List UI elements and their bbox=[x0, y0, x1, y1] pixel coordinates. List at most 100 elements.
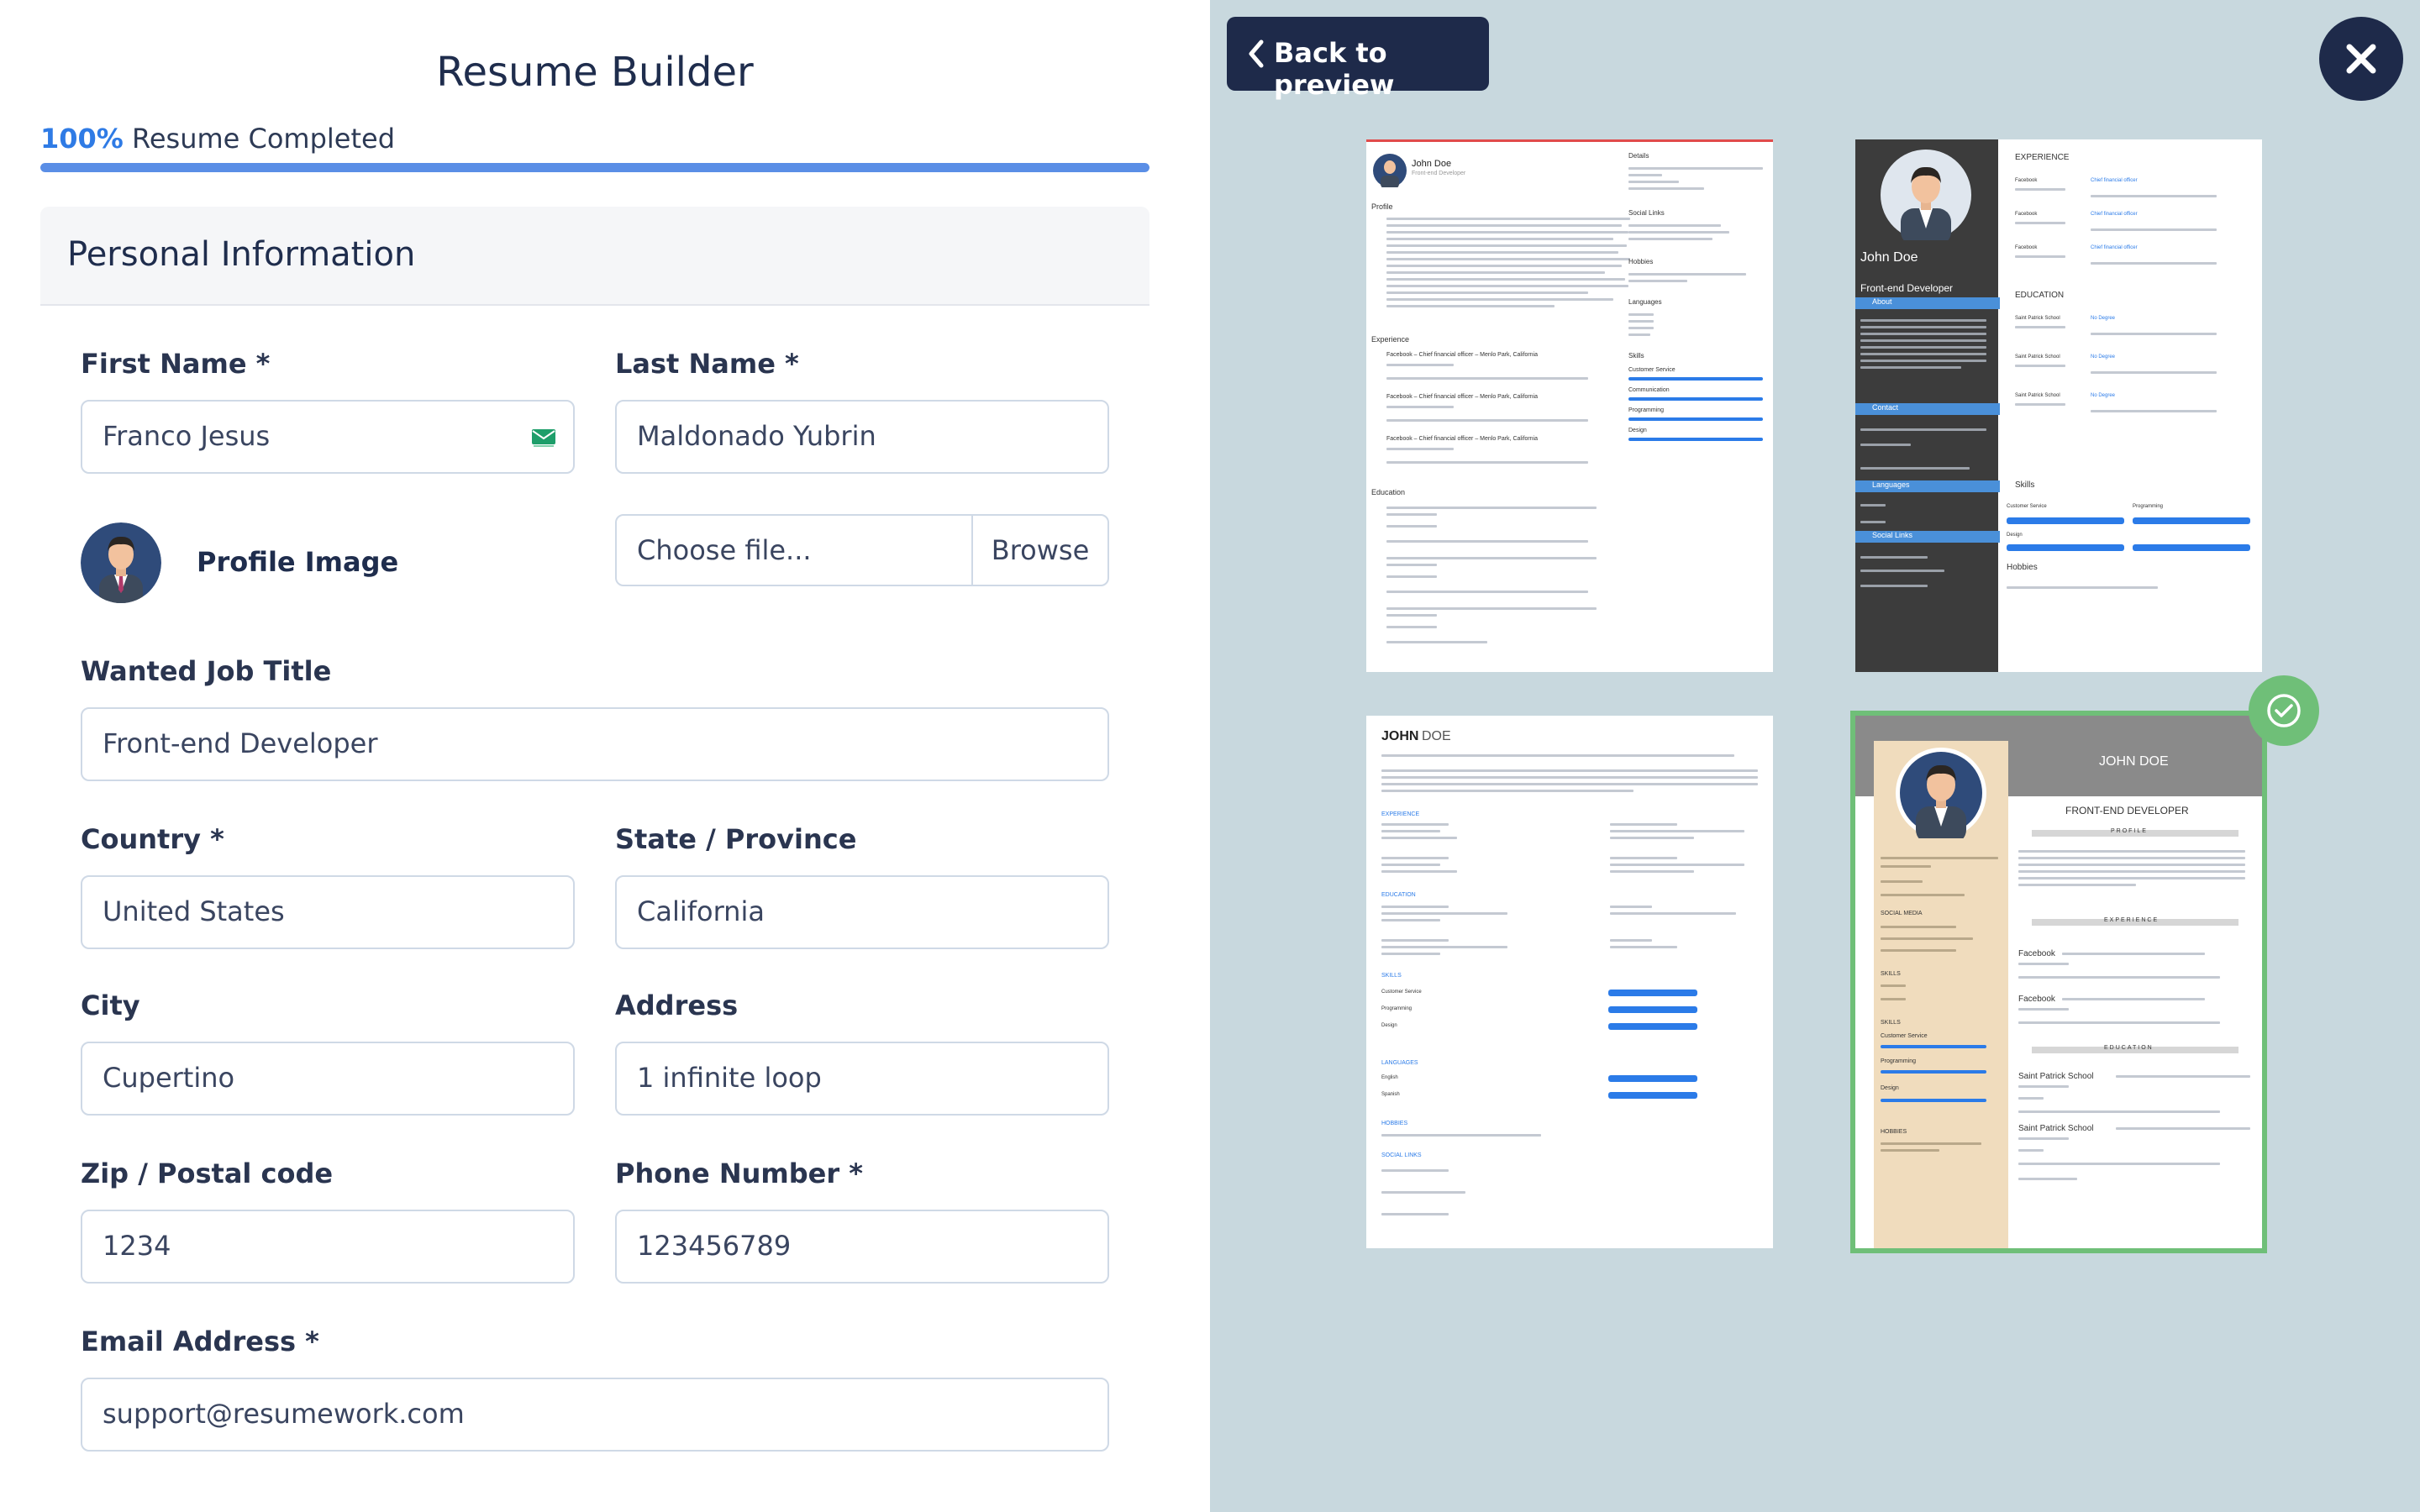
state-label: State / Province bbox=[615, 823, 857, 855]
resume-role: Chief financial officer bbox=[2091, 245, 2138, 250]
resume-heading: Languages bbox=[1872, 480, 1910, 489]
template-thumbnail-beige-selected[interactable]: JOHN DOE FRONT-END DEVELOPER PROFILE EXP… bbox=[1850, 711, 2267, 1253]
progress-bar-fill bbox=[40, 163, 1150, 172]
resume-heading: Hobbies bbox=[2007, 563, 2038, 572]
language-label: English bbox=[1381, 1075, 1398, 1080]
contact-card-icon bbox=[532, 429, 555, 447]
resume-heading: LANGUAGES bbox=[1381, 1060, 1418, 1066]
skill-label: Communication bbox=[1628, 387, 1670, 393]
resume-heading: SOCIAL MEDIA bbox=[1881, 911, 1923, 916]
email-field[interactable]: support@resumework.com bbox=[81, 1378, 1109, 1452]
country-field[interactable]: United States bbox=[81, 875, 575, 949]
resume-school: Saint Patrick School bbox=[2018, 1124, 2094, 1133]
profile-image-label: Profile Image bbox=[197, 546, 399, 578]
phone-value: 123456789 bbox=[637, 1230, 792, 1262]
resume-heading: HOBBIES bbox=[1881, 1129, 1907, 1135]
resume-degree: No Degree bbox=[2091, 393, 2116, 398]
first-name-field[interactable]: Franco Jesus bbox=[81, 400, 575, 474]
resume-heading: Contact bbox=[1872, 403, 1899, 412]
selected-template-badge bbox=[2249, 675, 2319, 746]
zip-label: Zip / Postal code bbox=[81, 1158, 334, 1189]
back-to-preview-label: Back to preview bbox=[1274, 37, 1395, 101]
template-thumbnail-minimal[interactable]: JOHN DOE EXPERIENCE EDUCATION SKILLS Cus… bbox=[1366, 716, 1773, 1248]
skill-label: Programming bbox=[2133, 504, 2164, 509]
profile-image-file-input[interactable]: Choose file... Browse bbox=[615, 514, 1109, 586]
browse-button[interactable]: Browse bbox=[971, 516, 1107, 585]
editor-panel: Resume Builder 100% Resume Completed Per… bbox=[0, 0, 1210, 1512]
country-value: United States bbox=[103, 895, 285, 927]
job-title-field[interactable]: Front-end Developer bbox=[81, 707, 1109, 781]
resume-heading: Details bbox=[1628, 152, 1649, 160]
template-thumbnail-dark-sidebar[interactable]: John Doe Front-end Developer About Conta… bbox=[1855, 139, 2262, 672]
first-name-value: Franco Jesus bbox=[103, 420, 271, 452]
resume-degree: No Degree bbox=[2091, 316, 2116, 321]
skill-label: Design bbox=[1381, 1023, 1397, 1028]
skill-label: Customer Service bbox=[1881, 1033, 1928, 1039]
resume-heading: SKILLS bbox=[1881, 971, 1901, 977]
avatar bbox=[1896, 748, 1986, 838]
city-label: City bbox=[81, 990, 140, 1021]
zip-value: 1234 bbox=[103, 1230, 171, 1262]
resume-heading: EDUCATION bbox=[2104, 1045, 2154, 1051]
resume-name: JOHN DOE bbox=[2099, 754, 2169, 769]
resume-name: John Doe bbox=[1860, 250, 1918, 265]
resume-heading: About bbox=[1872, 297, 1892, 306]
resume-heading: Education bbox=[1371, 488, 1406, 496]
resume-heading: Languages bbox=[1628, 298, 1662, 306]
last-name-field[interactable]: Maldonado Yubrin bbox=[615, 400, 1109, 474]
close-button[interactable] bbox=[2319, 17, 2403, 101]
state-value: California bbox=[637, 895, 765, 927]
avatar bbox=[81, 522, 161, 603]
resume-school: Saint Patrick School bbox=[2015, 354, 2060, 360]
resume-subtitle: FRONT-END DEVELOPER bbox=[2065, 805, 2189, 816]
resume-heading: Experience bbox=[1371, 335, 1410, 344]
skill-label: Customer Service bbox=[2007, 504, 2047, 509]
resume-heading: EXPERIENCE bbox=[1381, 811, 1420, 817]
address-value: 1 infinite loop bbox=[637, 1062, 822, 1094]
skill-label: Programming bbox=[1881, 1058, 1917, 1064]
resume-heading: Profile bbox=[1371, 202, 1393, 211]
resume-company: Facebook bbox=[2015, 245, 2038, 250]
skill-label: Design bbox=[1628, 428, 1647, 433]
progress-label: 100% Resume Completed bbox=[40, 123, 395, 155]
last-name-label: Last Name * bbox=[615, 348, 799, 380]
file-input-placeholder: Choose file... bbox=[637, 534, 812, 566]
resume-company: Facebook bbox=[2015, 178, 2038, 183]
progress-bar bbox=[40, 163, 1150, 172]
email-label: Email Address * bbox=[81, 1326, 319, 1357]
resume-heading: Skills bbox=[2015, 480, 2035, 490]
city-field[interactable]: Cupertino bbox=[81, 1042, 575, 1116]
last-name-value: Maldonado Yubrin bbox=[637, 420, 876, 452]
resume-company: Facebook bbox=[2018, 949, 2055, 958]
email-value: support@resumework.com bbox=[103, 1398, 465, 1430]
template-thumbnail-classic[interactable]: John Doe Front-end Developer Profile Exp… bbox=[1366, 139, 1773, 672]
skill-label: Customer Service bbox=[1628, 367, 1676, 373]
state-field[interactable]: California bbox=[615, 875, 1109, 949]
skill-label: Customer Service bbox=[1381, 990, 1422, 995]
country-label: Country * bbox=[81, 823, 224, 855]
resume-heading: Social Links bbox=[1628, 209, 1665, 217]
resume-heading: EDUCATION bbox=[1381, 892, 1416, 898]
address-label: Address bbox=[615, 990, 739, 1021]
resume-name: John Doe bbox=[1412, 159, 1452, 169]
resume-job: Facebook – Chief financial officer – Men… bbox=[1386, 394, 1539, 400]
job-title-value: Front-end Developer bbox=[103, 727, 378, 759]
resume-heading: SKILLS bbox=[1381, 973, 1402, 979]
phone-label: Phone Number * bbox=[615, 1158, 864, 1189]
section-header[interactable]: Personal Information bbox=[40, 207, 1150, 306]
avatar bbox=[1881, 150, 1971, 240]
skill-label: Design bbox=[2007, 533, 2023, 538]
chevron-left-icon bbox=[1249, 39, 1264, 68]
phone-field[interactable]: 123456789 bbox=[615, 1210, 1109, 1284]
resume-heading: Hobbies bbox=[1628, 258, 1654, 265]
resume-school: Saint Patrick School bbox=[2015, 393, 2060, 398]
check-circle-icon bbox=[2267, 694, 2301, 727]
address-field[interactable]: 1 infinite loop bbox=[615, 1042, 1109, 1116]
skill-label: Programming bbox=[1381, 1006, 1413, 1011]
resume-heading: EXPERIENCE bbox=[2015, 153, 2070, 162]
back-to-preview-button[interactable]: Back to preview bbox=[1227, 17, 1489, 101]
resume-heading: EDUCATION bbox=[2015, 291, 2065, 300]
zip-field[interactable]: 1234 bbox=[81, 1210, 575, 1284]
avatar bbox=[1373, 154, 1407, 187]
progress-text: Resume Completed bbox=[132, 123, 396, 155]
